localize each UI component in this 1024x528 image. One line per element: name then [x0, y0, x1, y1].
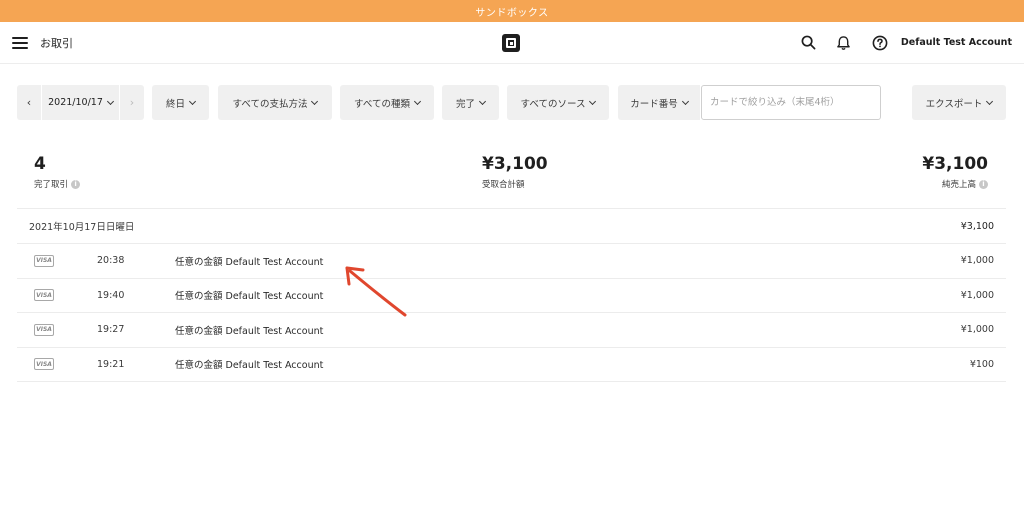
notification-bell-icon[interactable]	[835, 34, 853, 52]
day-date-label: 2021年10月17日日曜日	[29, 222, 135, 233]
status-label: 完了	[455, 98, 475, 110]
chevron-down-icon	[413, 97, 422, 105]
chevron-left-icon: ‹	[26, 96, 32, 109]
net-sales-stat: ¥3,100 純売上高 i	[922, 154, 988, 190]
card-filter-input[interactable]	[701, 85, 881, 120]
received-total-value: ¥3,100	[482, 154, 548, 174]
source-label: すべてのソース	[520, 98, 586, 110]
transaction-row[interactable]: VISA 19:21 任意の金額 Default Test Account ¥1…	[17, 348, 1006, 382]
net-sales-label: 純売上高	[941, 180, 976, 190]
transaction-amount: ¥1,000	[960, 255, 994, 267]
type-dropdown[interactable]: すべての種類	[340, 85, 434, 120]
received-total-label: 受取合計額	[482, 180, 525, 190]
chevron-down-icon	[478, 97, 487, 105]
transaction-description: 任意の金額 Default Test Account	[175, 325, 324, 337]
visa-card-icon: VISA	[34, 358, 54, 371]
date-picker: ‹ 2021/10/17 ›	[17, 85, 144, 120]
completed-label: 完了取引	[34, 180, 69, 190]
date-select-button[interactable]: 2021/10/17	[41, 85, 120, 120]
account-name[interactable]: Default Test Account	[901, 37, 1012, 48]
visa-card-icon: VISA	[34, 254, 54, 267]
transaction-description: 任意の金額 Default Test Account	[175, 360, 324, 372]
received-total-stat: ¥3,100 受取合計額	[482, 154, 548, 190]
transaction-time: 19:27	[97, 324, 125, 336]
next-day-button[interactable]: ›	[120, 85, 144, 120]
info-icon[interactable]: i	[979, 179, 988, 189]
transaction-amount: ¥1,000	[960, 324, 994, 336]
filter-bar: ‹ 2021/10/17 › 終日 すべての支払方法 すべての種類 完了 すべて…	[17, 85, 1006, 120]
transaction-time: 20:38	[97, 255, 125, 267]
sandbox-banner: サンドボックス	[0, 0, 1024, 22]
payment-method-label: すべての支払方法	[232, 98, 308, 110]
chevron-down-icon	[681, 97, 689, 105]
day-group-header: 2021年10月17日日曜日 ¥3,100	[17, 208, 1006, 244]
transaction-description: 任意の金額 Default Test Account	[175, 256, 324, 268]
transaction-row[interactable]: VISA 20:38 任意の金額 Default Test Account ¥1…	[17, 244, 1006, 279]
transaction-amount: ¥1,000	[960, 289, 994, 301]
transaction-time: 19:21	[97, 358, 125, 370]
time-range-label: 終日	[165, 98, 185, 110]
chevron-down-icon	[986, 97, 994, 105]
sandbox-banner-text: サンドボックス	[475, 7, 549, 19]
chevron-down-icon	[311, 97, 319, 105]
transaction-row[interactable]: VISA 19:27 任意の金額 Default Test Account ¥1…	[17, 313, 1006, 348]
net-sales-value: ¥3,100	[922, 154, 988, 174]
visa-card-icon: VISA	[34, 289, 54, 302]
chevron-right-icon: ›	[129, 96, 135, 109]
info-icon[interactable]: i	[71, 179, 81, 189]
completed-transactions-stat: 4 完了取引 i	[34, 154, 81, 190]
type-label: すべての種類	[354, 98, 410, 110]
square-logo-icon[interactable]	[502, 34, 520, 52]
chevron-down-icon	[188, 97, 197, 105]
chevron-down-icon	[106, 97, 114, 105]
card-number-dropdown[interactable]: カード番号	[618, 85, 700, 120]
transaction-amount: ¥100	[969, 358, 994, 370]
completed-count: 4	[34, 154, 46, 174]
source-dropdown[interactable]: すべてのソース	[507, 85, 609, 120]
transaction-description: 任意の金額 Default Test Account	[175, 291, 324, 303]
card-number-label: カード番号	[630, 98, 678, 110]
export-label: エクスポート	[925, 98, 983, 110]
transaction-row[interactable]: VISA 19:40 任意の金額 Default Test Account ¥1…	[17, 279, 1006, 313]
visa-card-icon: VISA	[34, 323, 54, 336]
top-navigation-bar: お取引 Default Test Account	[0, 22, 1024, 64]
export-dropdown[interactable]: エクスポート	[912, 85, 1006, 120]
date-label: 2021/10/17	[48, 97, 103, 108]
page-title: お取引	[40, 36, 73, 50]
time-range-dropdown[interactable]: 終日	[152, 85, 209, 120]
menu-icon[interactable]	[12, 36, 28, 49]
payment-method-dropdown[interactable]: すべての支払方法	[218, 85, 332, 120]
day-total: ¥3,100	[960, 220, 994, 232]
previous-day-button[interactable]: ‹	[17, 85, 41, 120]
chevron-down-icon	[589, 97, 597, 105]
search-icon[interactable]	[800, 34, 818, 52]
transaction-time: 19:40	[97, 289, 125, 301]
transactions-list: 2021年10月17日日曜日 ¥3,100 VISA 20:38 任意の金額 D…	[17, 208, 1006, 382]
help-icon[interactable]	[871, 34, 889, 52]
status-dropdown[interactable]: 完了	[442, 85, 499, 120]
